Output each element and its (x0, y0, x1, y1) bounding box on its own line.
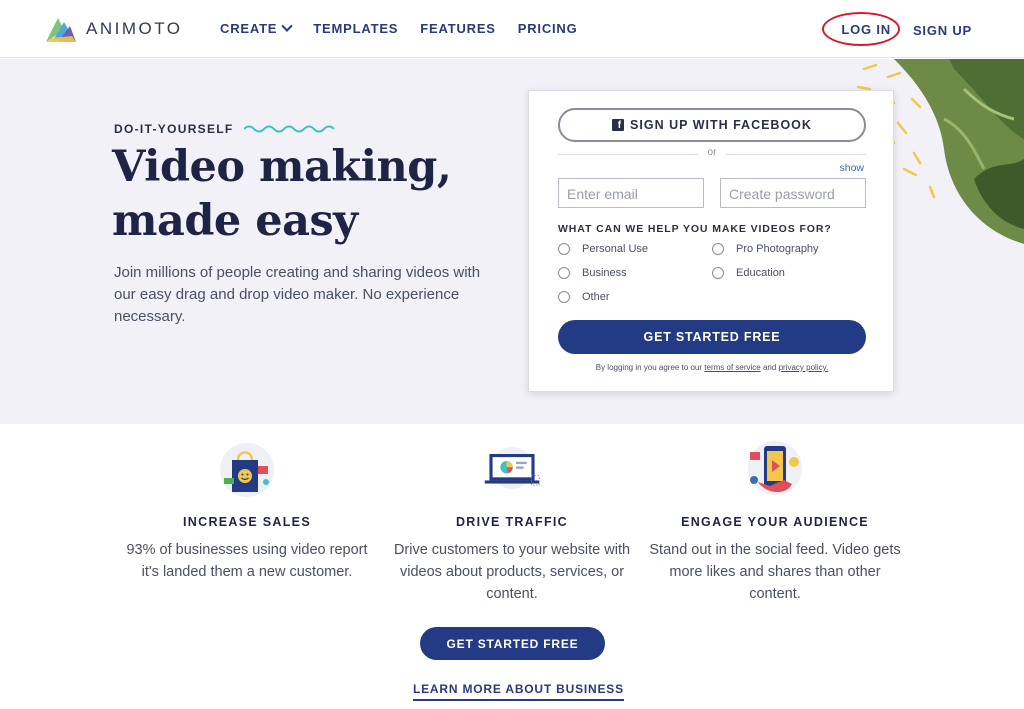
site-header: ANIMOTO CREATE TEMPLATES FEATURES PRICIN… (0, 0, 1024, 58)
animoto-logo-icon (46, 18, 76, 42)
nav-features[interactable]: FEATURES (420, 21, 496, 36)
radio-label: Personal Use (582, 243, 649, 255)
radio-label: Business (582, 267, 627, 279)
main-nav: CREATE TEMPLATES FEATURES PRICING (220, 20, 600, 36)
radio-label: Education (736, 267, 785, 279)
feature-drive-traffic: DRIVE TRAFFIC Drive customers to your we… (382, 438, 642, 605)
logo-text: ANIMOTO (86, 19, 183, 38)
terms-of-service-link[interactable]: terms of service (704, 363, 760, 372)
animoto-logo[interactable]: ANIMOTO (44, 14, 183, 44)
feature-text: Drive customers to your website with vid… (393, 542, 631, 602)
bottom-get-started-button[interactable]: GET STARTED FREE (420, 627, 605, 660)
signup-link[interactable]: SIGN UP (913, 23, 972, 38)
or-divider: or (558, 147, 866, 161)
radio-circle-icon (558, 243, 570, 255)
hero-eyebrow: DO-IT-YOURSELF (114, 122, 336, 136)
login-highlight-circle (822, 12, 901, 46)
phone-video-icon (748, 441, 802, 495)
nav-create[interactable]: CREATE (220, 20, 293, 36)
headline-line-1: Video making, (112, 142, 452, 192)
facebook-icon: f (612, 119, 625, 131)
feature-text: 93% of businesses using video report it'… (126, 542, 368, 580)
shopping-bag-icon (220, 443, 274, 497)
laptop-chart-icon (484, 447, 540, 489)
login-wrap: LOG IN (822, 12, 901, 46)
facebook-signup-label: SIGN UP WITH FACEBOOK (630, 118, 812, 132)
terms-notice: By logging in you agree to our terms of … (529, 363, 895, 372)
terms-and: and (762, 363, 777, 372)
radio-other[interactable]: Other (558, 291, 610, 303)
email-input[interactable]: Enter email (558, 178, 704, 208)
or-text: or (707, 147, 717, 158)
chevron-down-icon (281, 20, 293, 32)
feature-engage-audience: ENGAGE YOUR AUDIENCE Stand out in the so… (645, 438, 905, 605)
radio-circle-icon (558, 291, 570, 303)
radio-pro-photography[interactable]: Pro Photography (712, 243, 819, 255)
signup-card: f SIGN UP WITH FACEBOOK or show Enter em… (528, 90, 894, 392)
feature-title: DRIVE TRAFFIC (455, 515, 569, 529)
squiggle-icon (243, 125, 335, 133)
hero-headline: Video making, made easy (112, 140, 452, 248)
terms-prefix: By logging in you agree to our (595, 363, 703, 372)
nav-templates[interactable]: TEMPLATES (313, 21, 398, 36)
get-started-free-button[interactable]: GET STARTED FREE (558, 320, 866, 354)
feature-text: Stand out in the social feed. Video gets… (649, 542, 901, 602)
nav-create-label: CREATE (220, 21, 278, 36)
radio-circle-icon (712, 267, 724, 279)
radio-circle-icon (558, 267, 570, 279)
radio-label: Other (582, 291, 610, 303)
headline-line-2: made easy (112, 196, 358, 246)
feature-increase-sales: INCREASE SALES 93% of businesses using v… (117, 438, 377, 583)
facebook-signup-button[interactable]: f SIGN UP WITH FACEBOOK (558, 108, 866, 142)
feature-title: ENGAGE YOUR AUDIENCE (681, 515, 869, 529)
nav-pricing[interactable]: PRICING (518, 21, 578, 36)
password-input[interactable]: Create password (720, 178, 866, 208)
radio-education[interactable]: Education (712, 267, 785, 279)
radio-personal-use[interactable]: Personal Use (558, 243, 648, 255)
auth-links: LOG IN SIGN UP (822, 12, 972, 46)
hero-wave-divider (0, 398, 1024, 418)
eyebrow-text: DO-IT-YOURSELF (114, 122, 234, 136)
divider-line-right (726, 154, 866, 155)
use-case-question: WHAT CAN WE HELP YOU MAKE VIDEOS FOR? (558, 223, 832, 235)
feature-title: INCREASE SALES (183, 515, 311, 529)
hero-subtext: Join millions of people creating and sha… (114, 264, 481, 325)
learn-more-business-link[interactable]: LEARN MORE ABOUT BUSINESS (413, 682, 624, 701)
radio-circle-icon (712, 243, 724, 255)
radio-business[interactable]: Business (558, 267, 627, 279)
radio-label: Pro Photography (736, 243, 819, 255)
privacy-policy-link[interactable]: privacy policy. (779, 363, 829, 372)
show-password-toggle[interactable]: show (839, 162, 864, 174)
